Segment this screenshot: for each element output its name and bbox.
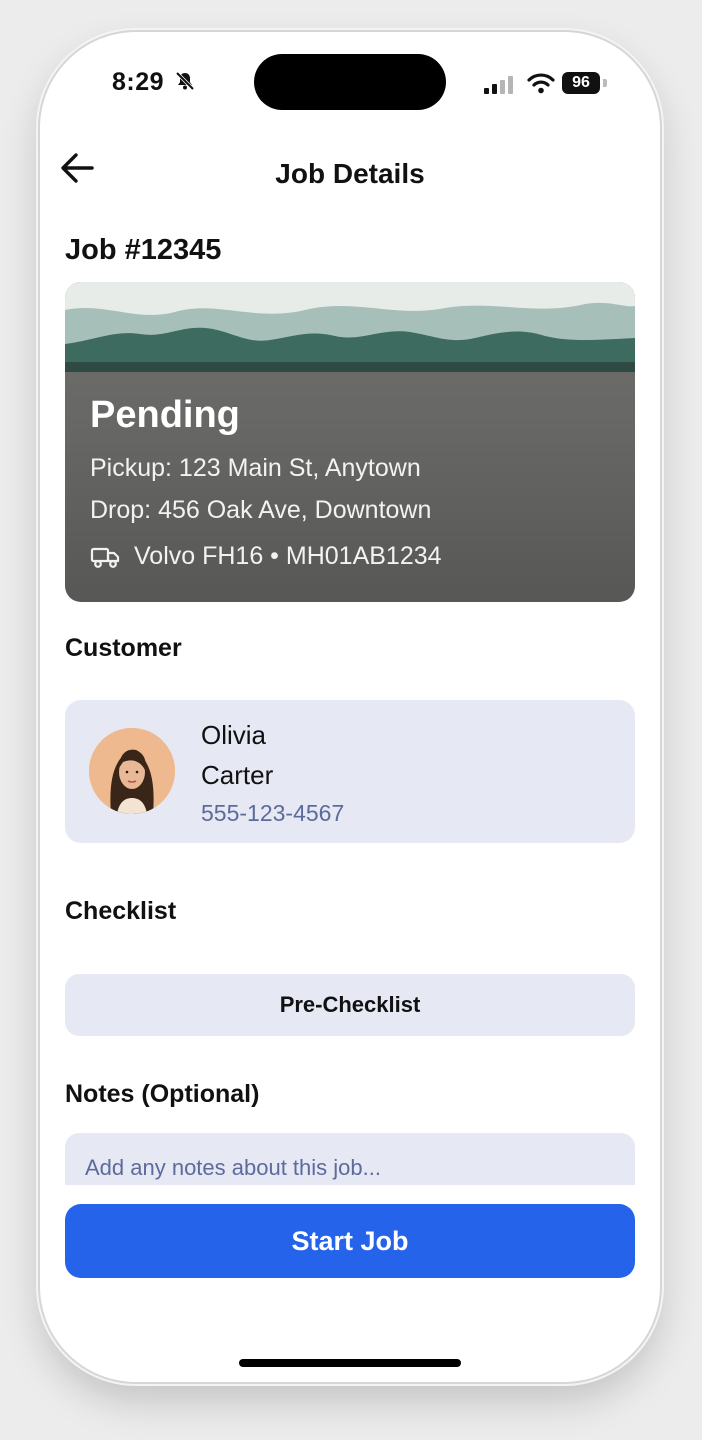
- notes-input[interactable]: [65, 1133, 635, 1185]
- bell-muted-icon: [174, 70, 196, 97]
- battery-indicator: 96: [562, 72, 600, 94]
- page-title: Job Details: [275, 158, 425, 189]
- customer-heading: Customer: [65, 634, 182, 662]
- home-indicator[interactable]: [239, 1359, 461, 1367]
- customer-avatar: [89, 728, 175, 814]
- dynamic-island: [254, 54, 446, 110]
- notes-field-container: [65, 1133, 635, 1185]
- pickup-address: Pickup: 123 Main St, Anytown: [90, 454, 421, 482]
- status-bar: 8:29 96: [40, 32, 660, 132]
- start-job-button[interactable]: Start Job: [65, 1204, 635, 1278]
- cellular-signal-icon: [484, 76, 516, 99]
- vehicle-info: Volvo FH16 • MH01AB1234: [90, 542, 442, 571]
- mountain-landscape-image: [65, 282, 635, 372]
- drop-address: Drop: 456 Oak Ave, Downtown: [90, 496, 432, 524]
- customer-phone-link[interactable]: 555-123-4567: [201, 800, 344, 827]
- customer-first-name: Olivia: [201, 720, 267, 750]
- job-number: Job #12345: [65, 234, 222, 266]
- truck-icon: [90, 547, 120, 568]
- customer-card: Olivia Carter 555-123-4567: [65, 700, 635, 843]
- phone-screen: 8:29 96 Job Details Job #12345 Pending P…: [40, 32, 660, 1382]
- job-status-card: Pending Pickup: 123 Main St, Anytown Dro…: [65, 282, 635, 602]
- notes-heading: Notes (Optional): [65, 1080, 260, 1108]
- pre-checklist-button[interactable]: Pre-Checklist: [65, 974, 635, 1036]
- wifi-icon: [527, 72, 555, 99]
- job-status: Pending: [90, 394, 240, 436]
- vehicle-text: Volvo FH16 • MH01AB1234: [134, 542, 442, 570]
- battery-cap: [603, 79, 607, 87]
- checklist-heading: Checklist: [65, 897, 177, 925]
- customer-last-name: Carter: [201, 760, 274, 790]
- status-time: 8:29: [112, 68, 165, 96]
